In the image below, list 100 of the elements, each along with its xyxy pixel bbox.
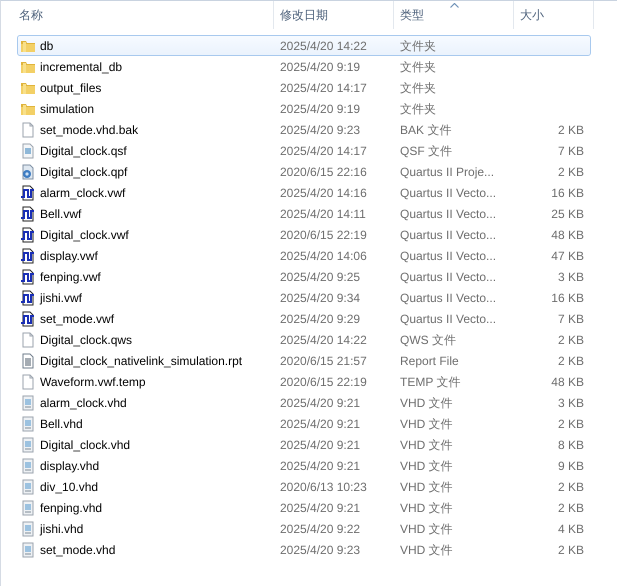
file-size: 9 KB: [558, 458, 584, 472]
file-row[interactable]: Bell.vhd 2025/4/20 9:21 VHD 文件 2 KB: [17, 413, 591, 434]
file-name: Digital_clock.vwf: [40, 226, 129, 244]
file-type: BAK 文件: [400, 122, 452, 136]
modified-date: 2020/6/15 22:19: [280, 374, 367, 388]
text-file-icon: [20, 352, 36, 368]
file-size: 2 KB: [558, 480, 584, 494]
file-row[interactable]: set_mode.vhd.bak 2025/4/20 9:23 BAK 文件 2 KB: [17, 119, 591, 140]
file-row[interactable]: set_mode.vhd 2025/4/20 9:23 VHD 文件 2 KB: [17, 539, 591, 560]
file-row[interactable]: div_10.vhd 2020/6/13 10:23 VHD 文件 2 KB: [17, 476, 591, 497]
file-type: Quartus II Vecto...: [400, 270, 496, 284]
file-row[interactable]: jishi.vwf 2025/4/20 9:34 Quartus II Vecto... 16 KB: [17, 287, 591, 308]
file-name: set_mode.vwf: [40, 310, 114, 328]
modified-date: 2025/4/20 14:16: [280, 186, 367, 200]
file-type: Quartus II Proje...: [400, 164, 494, 178]
file-row[interactable]: set_mode.vwf 2025/4/20 9:29 Quartus II Vecto... 7 KB: [17, 308, 591, 329]
source-file-icon: [20, 520, 36, 536]
column-header[interactable]: 大小: [514, 1, 594, 29]
file-name: jishi.vwf: [40, 290, 82, 306]
waveform-icon: [20, 290, 36, 306]
modified-date: 2025/4/20 9:19: [280, 60, 360, 74]
file-type: Quartus II Vecto...: [400, 206, 496, 220]
file-row[interactable]: incremental_db 2025/4/20 9:19 文件夹: [17, 56, 591, 77]
file-size: 2 KB: [558, 122, 584, 136]
file-name: incremental_db: [40, 58, 122, 76]
file-name: Digital_clock_nativelink_simulation.rpt: [40, 352, 242, 370]
modified-date: 2025/4/20 14:17: [280, 144, 367, 158]
file-type: TEMP 文件: [400, 374, 460, 388]
file-type: Quartus II Vecto...: [400, 290, 496, 304]
modified-date: 2025/4/20 14:22: [280, 38, 367, 52]
file-name: Digital_clock.qpf: [40, 164, 128, 180]
modified-date: 2025/4/20 9:21: [280, 500, 360, 514]
source-file-icon: [20, 394, 36, 410]
modified-date: 2025/4/20 14:17: [280, 80, 367, 94]
file-name: Bell.vwf: [40, 206, 82, 222]
file-row[interactable]: Digital_clock.qpf 2020/6/15 22:16 Quartus II Proje... 2 KB: [17, 161, 591, 182]
file-size: 16 KB: [551, 186, 584, 200]
file-row[interactable]: Bell.vwf 2025/4/20 14:11 Quartus II Vecto... 25 KB: [17, 203, 591, 224]
modified-date: 2025/4/20 14:06: [280, 248, 367, 262]
file-name: div_10.vhd: [40, 478, 98, 496]
waveform-icon: [20, 184, 36, 200]
file-type: 文件夹: [400, 80, 436, 94]
file-row[interactable]: output_files 2025/4/20 14:17 文件夹: [17, 77, 591, 98]
source-file-icon: [20, 542, 36, 558]
file-type: QSF 文件: [400, 144, 452, 158]
modified-date: 2025/4/20 9:29: [280, 312, 360, 326]
file-size: 4 KB: [558, 522, 584, 536]
file-name: fenping.vhd: [40, 500, 102, 516]
file-row[interactable]: fenping.vwf 2025/4/20 9:25 Quartus II Vecto... 3 KB: [17, 266, 591, 287]
column-header[interactable]: 类型: [394, 1, 514, 29]
file-name: Digital_clock.qws: [40, 332, 132, 348]
file-name: set_mode.vhd.bak: [40, 122, 138, 138]
file-name: jishi.vhd: [40, 520, 84, 538]
file-name: simulation: [40, 100, 94, 118]
modified-date: 2025/4/20 9:21: [280, 396, 360, 410]
file-row[interactable]: Waveform.vwf.temp 2020/6/15 22:19 TEMP 文件 48 KB: [17, 371, 591, 392]
file-row[interactable]: db 2025/4/20 14:22 文件夹: [17, 35, 591, 56]
file-row[interactable]: display.vhd 2025/4/20 9:21 VHD 文件 9 KB: [17, 455, 591, 476]
column-header[interactable]: 修改日期: [274, 1, 394, 29]
waveform-icon: [20, 206, 36, 222]
waveform-icon: [20, 248, 36, 264]
waveform-icon: [20, 226, 36, 242]
source-file-icon: [20, 458, 36, 474]
file-row[interactable]: alarm_clock.vhd 2025/4/20 9:21 VHD 文件 3 KB: [17, 392, 591, 413]
source-file-icon: [20, 500, 36, 516]
file-name: alarm_clock.vhd: [40, 394, 127, 412]
source-file-icon: [20, 436, 36, 452]
file-type: Quartus II Vecto...: [400, 186, 496, 200]
file-type: 文件夹: [400, 60, 436, 74]
file-type: VHD 文件: [400, 416, 453, 430]
file-row[interactable]: fenping.vhd 2025/4/20 9:21 VHD 文件 2 KB: [17, 497, 591, 518]
file-name: set_mode.vhd: [40, 542, 116, 558]
file-size: 7 KB: [558, 144, 584, 158]
file-size: 48 KB: [551, 228, 584, 242]
file-type: Quartus II Vecto...: [400, 228, 496, 242]
file-size: 3 KB: [558, 270, 584, 284]
column-header[interactable]: 名称: [1, 1, 274, 29]
file-name: db: [40, 38, 54, 54]
file-type: 文件夹: [400, 102, 436, 116]
modified-date: 2025/4/20 9:34: [280, 290, 360, 304]
file-name: Digital_clock.qsf: [40, 142, 127, 160]
file-row[interactable]: simulation 2025/4/20 9:19 文件夹: [17, 98, 591, 119]
file-row[interactable]: Digital_clock.vhd 2025/4/20 9:21 VHD 文件 8 KB: [17, 434, 591, 455]
file-row[interactable]: Digital_clock_nativelink_simulation.rpt 2020/6/15 21:57 Report File 2 KB: [17, 350, 591, 371]
modified-date: 2025/4/20 9:23: [280, 542, 360, 556]
file-size: 16 KB: [551, 290, 584, 304]
file-row[interactable]: jishi.vhd 2025/4/20 9:22 VHD 文件 4 KB: [17, 518, 591, 539]
file-icon: [20, 122, 36, 138]
file-row[interactable]: Digital_clock.vwf 2020/6/15 22:19 Quartus II Vecto... 48 KB: [17, 224, 591, 245]
project-file-icon: [20, 164, 36, 180]
modified-date: 2020/6/13 10:23: [280, 480, 367, 494]
file-type: VHD 文件: [400, 542, 453, 556]
file-size: 2 KB: [558, 354, 584, 368]
file-row[interactable]: display.vwf 2025/4/20 14:06 Quartus II Vecto... 47 KB: [17, 245, 591, 266]
file-row[interactable]: Digital_clock.qws 2025/4/20 14:22 QWS 文件 2 KB: [17, 329, 591, 350]
file-row[interactable]: alarm_clock.vwf 2025/4/20 14:16 Quartus II Vecto... 16 KB: [17, 182, 591, 203]
file-row[interactable]: Digital_clock.qsf 2025/4/20 14:17 QSF 文件 7 KB: [17, 140, 591, 161]
file-size: 2 KB: [558, 164, 584, 178]
file-icon: [20, 142, 36, 158]
source-file-icon: [20, 478, 36, 494]
